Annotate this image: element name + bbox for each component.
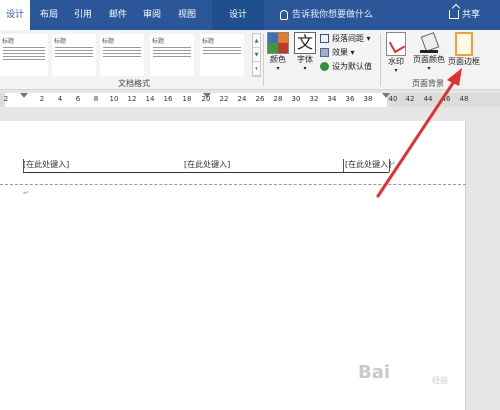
annotation-arrow <box>376 68 462 198</box>
